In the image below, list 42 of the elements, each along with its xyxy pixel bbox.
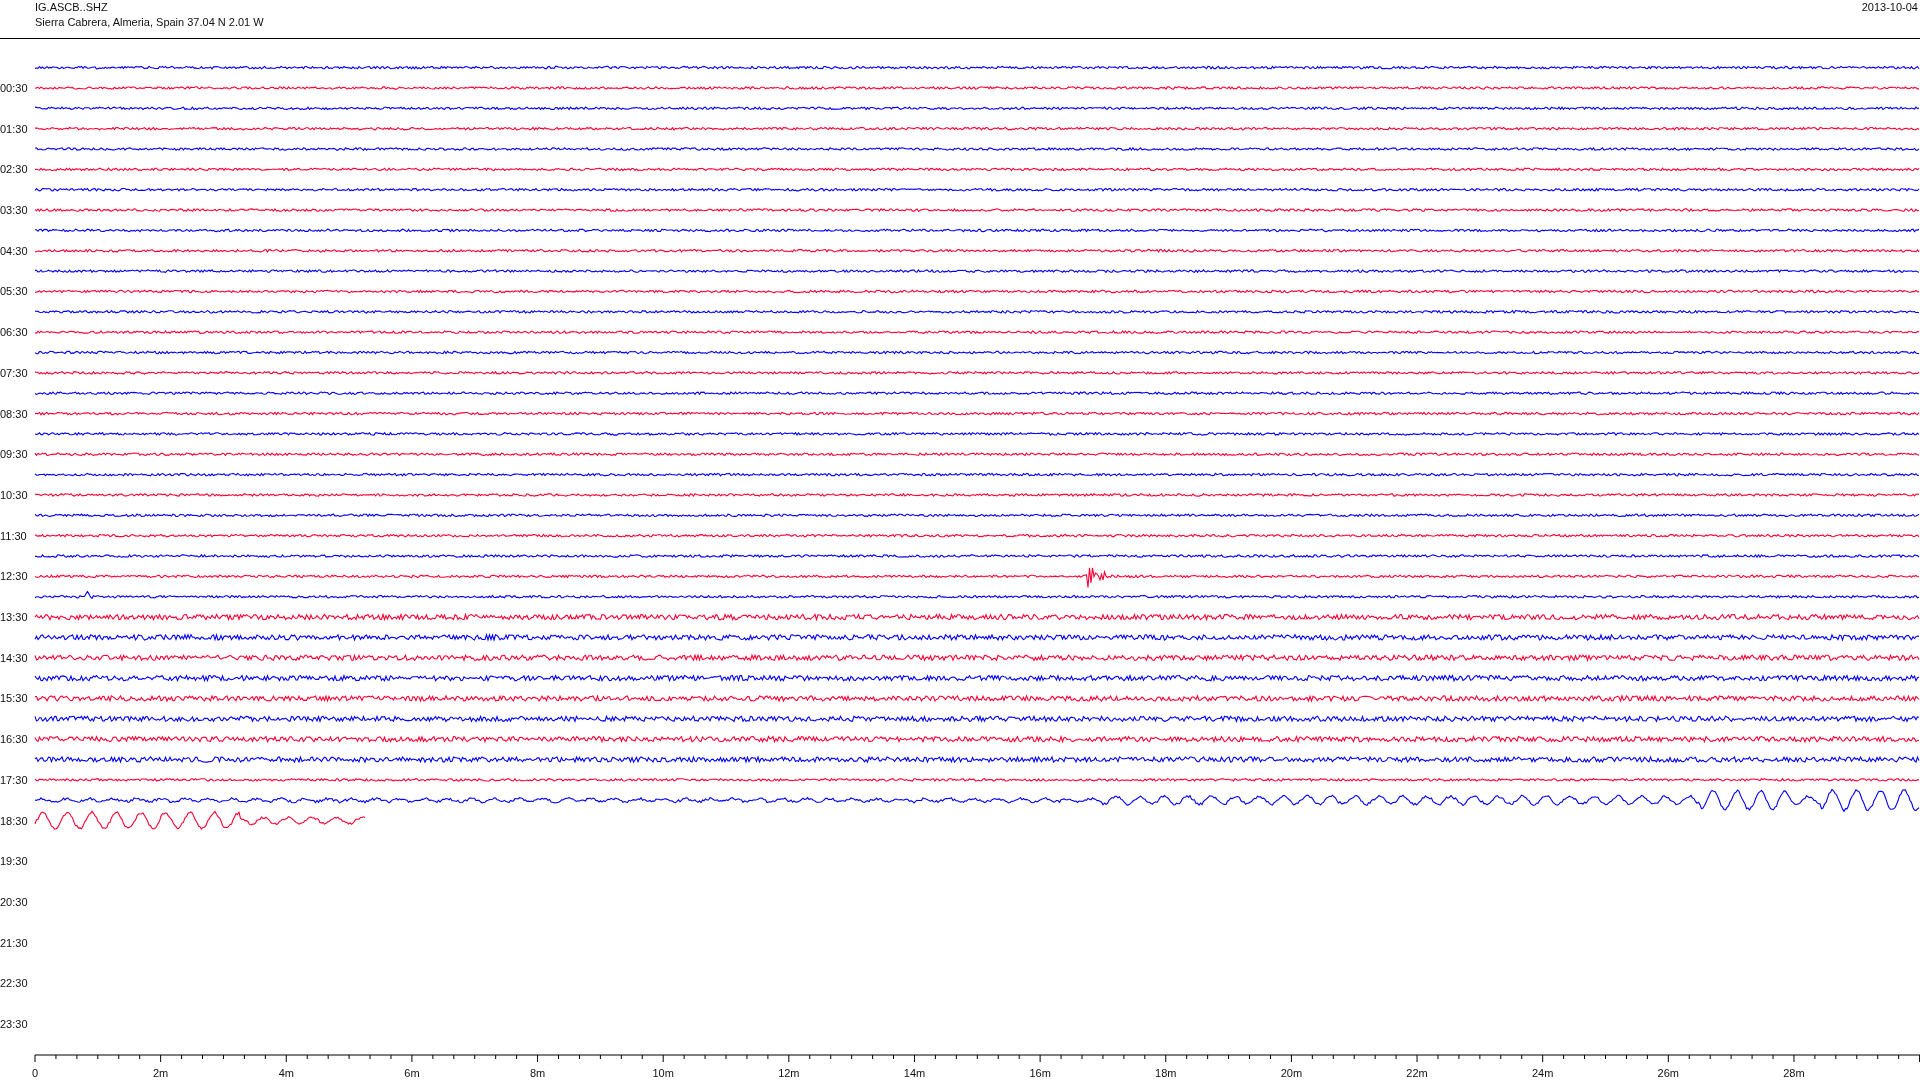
axis-label: 12m [778,1067,800,1079]
time-label: 16:30 [0,733,28,746]
time-label: 17:30 [0,773,28,786]
axis-label: 24m [1532,1067,1554,1079]
time-label: 01:30 [0,122,28,135]
axis-label: 8m [529,1067,546,1079]
time-label: 11:30 [0,529,27,542]
station-code: IG.ASCB..SHZ [35,0,109,14]
time-label: 09:30 [0,448,28,461]
axis-label: 26m [1657,1067,1679,1079]
time-label: 07:30 [0,366,28,379]
time-label: 19:30 [0,855,28,868]
time-label: 18:30 [0,814,28,827]
time-label: 04:30 [0,244,28,257]
time-label: 02:30 [0,163,28,176]
time-label: 12:30 [0,570,28,583]
time-label: 23:30 [0,1018,28,1031]
time-label: 08:30 [0,407,28,420]
axis-label: 4m [278,1067,294,1079]
axis-label: 14m [903,1067,926,1079]
time-label: 00:30 [0,81,28,94]
axis-label: 2m [153,1067,169,1079]
axis-label: 0 [31,1067,39,1079]
time-label: 05:30 [0,285,28,298]
time-label: 13:30 [0,611,28,624]
axis-label: 6m [404,1067,420,1079]
time-label: 15:30 [0,692,28,705]
time-label: 20:30 [0,895,28,908]
station-location: Sierra Cabrera, Almeria, Spain 37.04 N 2.01 W [35,15,264,30]
axis-label: 16m [1029,1067,1051,1079]
time-label: 03:30 [0,204,28,217]
axis-label: 28m [1783,1067,1805,1079]
time-label: 14:30 [0,651,28,664]
axis-label: 20m [1280,1067,1303,1079]
time-label: 06:30 [0,326,28,339]
time-label: 22:30 [0,977,28,990]
record-date: 2013-10-04 [1861,0,1919,14]
axis-label: 22m [1406,1067,1428,1079]
axis-label: 10m [652,1067,674,1079]
axis-label: 18m [1155,1067,1177,1079]
time-label: 10:30 [0,488,28,501]
time-label: 21:30 [0,936,28,949]
